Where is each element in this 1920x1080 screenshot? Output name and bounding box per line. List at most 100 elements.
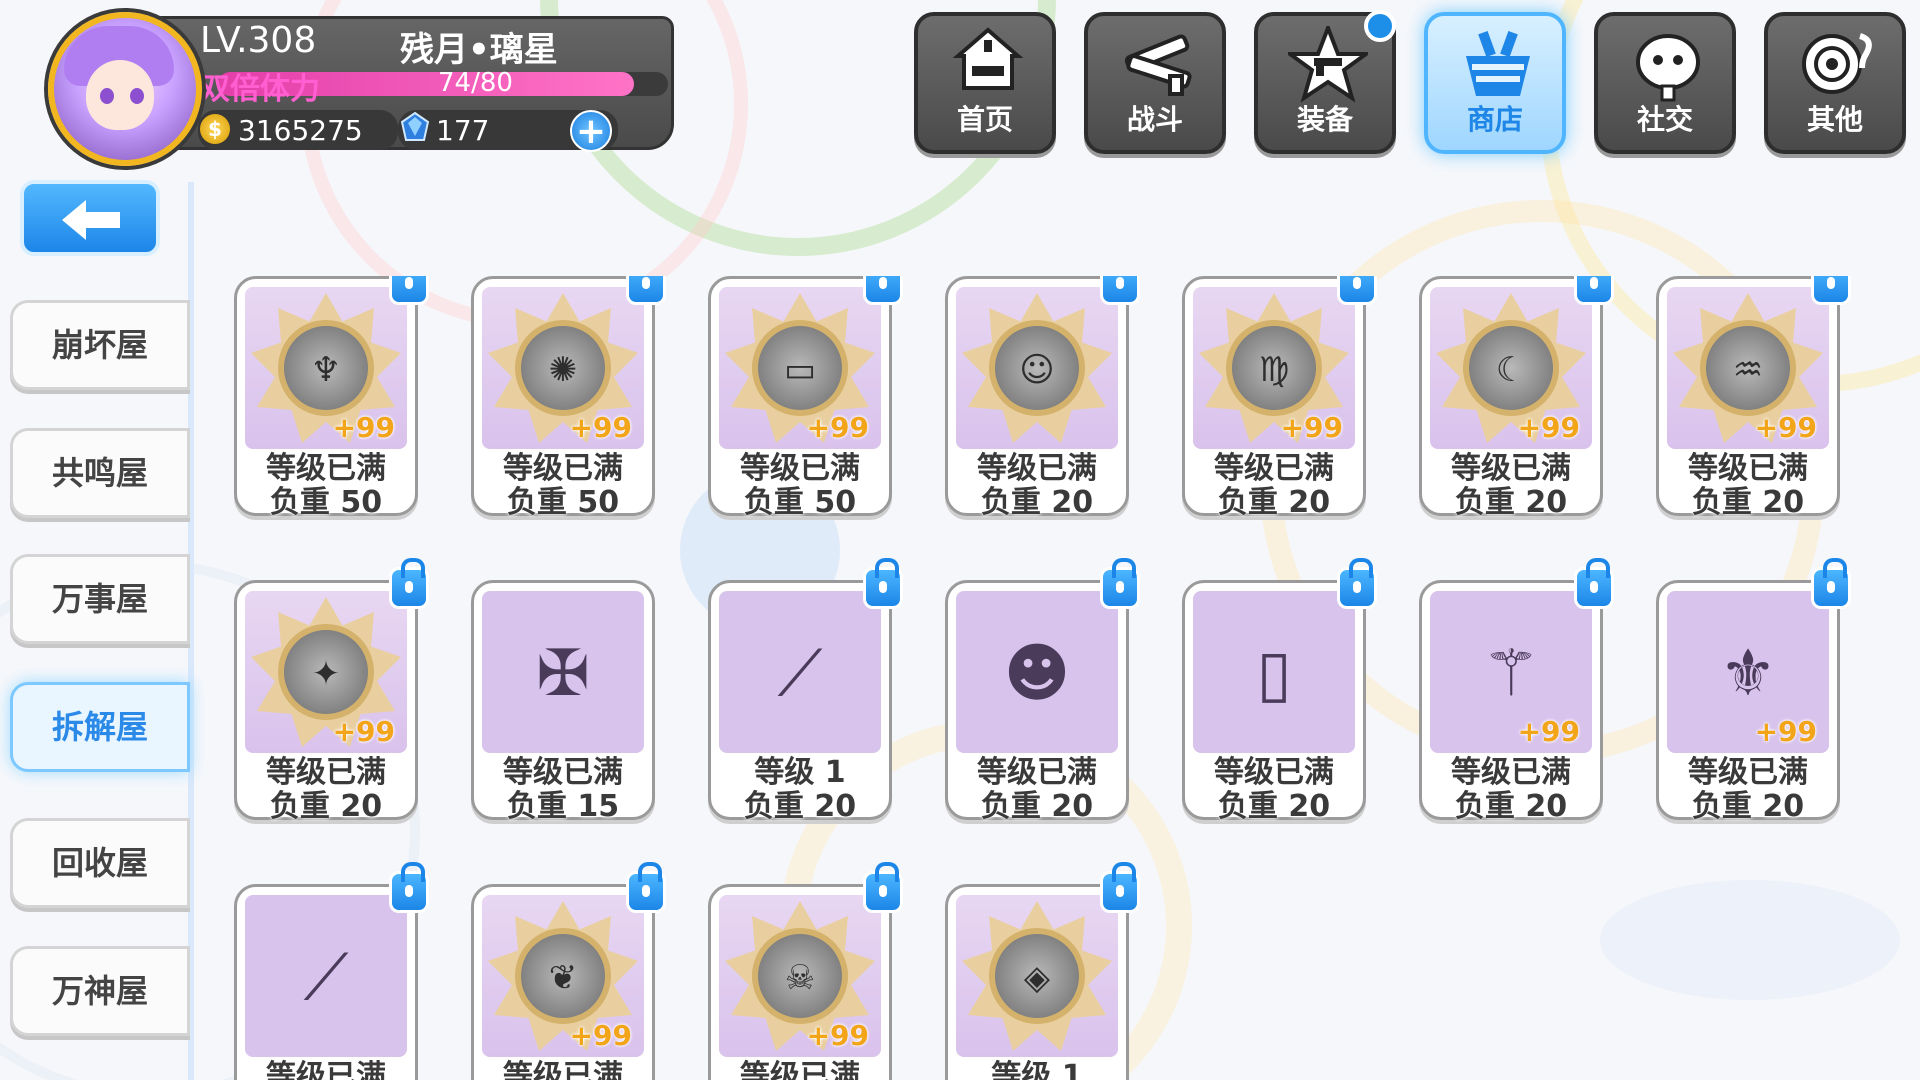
plus-badge: +99 xyxy=(1754,411,1817,444)
lock-icon[interactable] xyxy=(863,276,903,305)
item-art: ▯ xyxy=(1193,591,1355,753)
medal-emblem-icon: ☠ xyxy=(784,958,816,998)
item-art: ✦ +99 xyxy=(245,591,407,753)
star-gun-icon xyxy=(1288,26,1368,103)
medal-disc: ☾ xyxy=(1463,320,1559,416)
stamina-value: 74/80 xyxy=(438,68,513,98)
coin-icon: $ xyxy=(200,114,230,144)
item-art: ☠ +99 xyxy=(719,895,881,1057)
lock-icon[interactable] xyxy=(1100,862,1140,913)
item-art: ⟋ xyxy=(719,591,881,753)
lock-icon[interactable] xyxy=(1337,558,1377,609)
lock-icon[interactable] xyxy=(389,862,429,913)
nav-home-label: 首页 xyxy=(956,103,1013,136)
item-card[interactable]: ❦ +99 等级已满 xyxy=(471,862,666,1080)
nav-home-button[interactable]: 首页 xyxy=(914,12,1056,154)
item-weight-text: 负重 20 xyxy=(1454,485,1568,520)
plus-badge: +99 xyxy=(569,411,632,444)
item-card[interactable]: ✦ +99 等级已满 负重 20 xyxy=(234,558,429,824)
nav-shop-button[interactable]: 商店 xyxy=(1424,12,1566,154)
disc-icon xyxy=(1802,33,1872,94)
item-card[interactable]: ⟋ 等级 1 负重 20 xyxy=(708,558,903,824)
nav-equipment-button[interactable]: 装备 xyxy=(1254,10,1396,154)
item-card[interactable]: ▯ 等级已满 负重 20 xyxy=(1182,558,1377,824)
item-art: ✠ xyxy=(482,591,644,753)
lock-icon[interactable] xyxy=(1811,276,1851,305)
add-currency-button[interactable]: + xyxy=(570,110,612,152)
plus-badge: +99 xyxy=(806,411,869,444)
avatar[interactable] xyxy=(48,12,202,166)
item-level-text: 等级已满 xyxy=(266,1059,386,1080)
item-card[interactable]: ▭ +99 等级已满 负重 50 xyxy=(708,276,903,520)
item-grid: ♆ +99 等级已满 负重 50 ✺ +99 等级已满 负重 50 ▭ +99 等级已满 负重 50 ☺… xyxy=(230,276,1890,1080)
nav-battle-button[interactable]: 战斗 xyxy=(1084,12,1226,154)
item-card[interactable]: ☺ 等级已满 负重 20 xyxy=(945,276,1140,520)
item-card[interactable]: ♍ +99 等级已满 负重 20 xyxy=(1182,276,1377,520)
item-art: ✺ +99 xyxy=(482,287,644,449)
side-item-chaijie[interactable]: 拆解屋 xyxy=(10,682,190,772)
side-item-huishou[interactable]: 回收屋 xyxy=(10,818,190,908)
lock-icon[interactable] xyxy=(1100,276,1140,305)
item-weight-text: 负重 20 xyxy=(980,789,1094,824)
lock-icon[interactable] xyxy=(626,276,666,305)
item-weight-text: 负重 50 xyxy=(506,485,620,520)
item-art: ◈ xyxy=(956,895,1118,1057)
medal-emblem-icon: ▭ xyxy=(783,350,817,390)
item-card[interactable]: ☻ 等级已满 负重 20 xyxy=(945,558,1140,824)
player-panel: LV.308 残月•璃星 双倍体力 74/80 $ 3165275 177 + xyxy=(48,12,674,166)
side-item-wanshen[interactable]: 万神屋 xyxy=(10,946,190,1036)
lock-icon[interactable] xyxy=(389,558,429,609)
nav-other-label: 其他 xyxy=(1806,103,1863,136)
item-card[interactable]: ⚜ +99 等级已满 负重 20 xyxy=(1656,558,1851,824)
item-art: ⟋ xyxy=(245,895,407,1057)
item-card[interactable]: ✺ +99 等级已满 负重 50 xyxy=(471,276,666,520)
item-card[interactable]: ♒ +99 等级已满 负重 20 xyxy=(1656,276,1851,520)
back-button[interactable] xyxy=(20,180,160,256)
medal-emblem-icon: ✺ xyxy=(548,350,578,390)
item-card[interactable]: ✠ 等级已满 负重 15 xyxy=(471,580,655,824)
lock-icon[interactable] xyxy=(1811,558,1851,609)
lock-icon[interactable] xyxy=(863,558,903,609)
item-card[interactable]: ♆ +99 等级已满 负重 50 xyxy=(234,276,429,520)
lock-icon[interactable] xyxy=(626,862,666,913)
medal-disc: ☺ xyxy=(989,320,1085,416)
plus-badge: +99 xyxy=(569,1019,632,1052)
side-item-benghuai[interactable]: 崩坏屋 xyxy=(10,300,190,390)
lock-icon[interactable] xyxy=(1574,558,1614,609)
item-card[interactable]: ⟋ 等级已满 xyxy=(234,862,429,1080)
item-art: ☺ xyxy=(956,287,1118,449)
medal-emblem-icon: ♆ xyxy=(310,350,342,390)
item-card[interactable]: ☠ +99 等级已满 xyxy=(708,862,903,1080)
side-item-wanshi[interactable]: 万事屋 xyxy=(10,554,190,644)
nav-other-button[interactable]: 其他 xyxy=(1764,12,1906,154)
item-card[interactable]: ◈ 等级 1 xyxy=(945,862,1140,1080)
nav-equipment-label: 装备 xyxy=(1296,103,1353,136)
item-illustration-icon: ⟋ xyxy=(303,941,349,1015)
nav-social-button[interactable]: 社交 xyxy=(1594,12,1736,154)
stamina-label: 双倍体力 xyxy=(200,72,320,107)
medal-disc: ◈ xyxy=(989,928,1085,1024)
house-icon xyxy=(952,27,1024,90)
player-level: LV.308 xyxy=(200,20,317,61)
item-illustration-icon: ⚜ xyxy=(1719,637,1777,711)
lock-icon[interactable] xyxy=(389,276,429,305)
lock-icon[interactable] xyxy=(1100,558,1140,609)
lock-icon[interactable] xyxy=(1574,276,1614,305)
item-art: ⚜ +99 xyxy=(1667,591,1829,753)
plus-badge: +99 xyxy=(1517,411,1580,444)
side-item-gongming[interactable]: 共鸣屋 xyxy=(10,428,190,518)
lock-icon[interactable] xyxy=(863,862,903,913)
social-face-icon xyxy=(1636,34,1700,102)
medal-disc: ❦ xyxy=(515,928,611,1024)
item-art: ♆ +99 xyxy=(245,287,407,449)
medal-emblem-icon: ❦ xyxy=(548,958,578,998)
medal-disc: ♆ xyxy=(278,320,374,416)
item-card[interactable]: ☾ +99 等级已满 负重 20 xyxy=(1419,276,1614,520)
item-weight-text: 负重 20 xyxy=(1691,485,1805,520)
medal-emblem-icon: ◈ xyxy=(1023,958,1051,998)
plus-badge: +99 xyxy=(1280,411,1343,444)
item-card[interactable]: ⚚ +99 等级已满 负重 20 xyxy=(1419,558,1614,824)
lock-icon[interactable] xyxy=(1337,276,1377,305)
medal-emblem-icon: ✦ xyxy=(311,654,341,694)
gem-icon xyxy=(400,112,430,141)
